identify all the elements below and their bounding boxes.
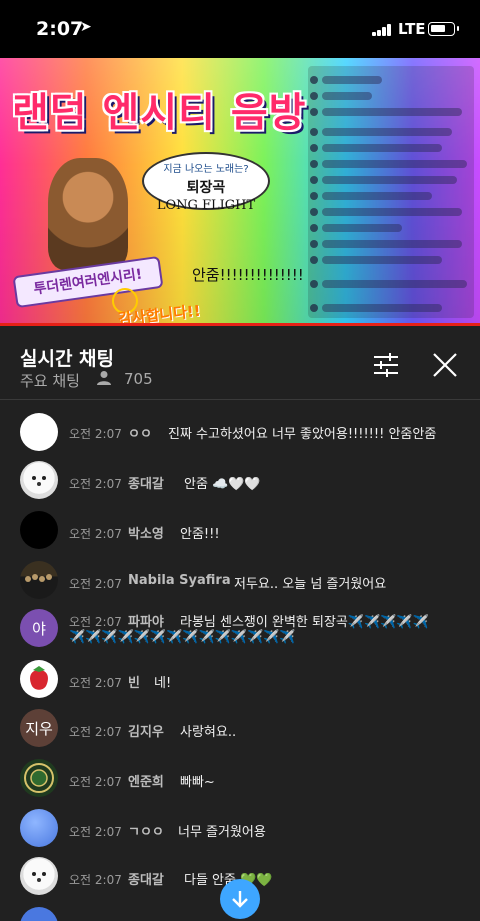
video-chat-overlay — [308, 66, 474, 318]
message-author: 종대갈 — [128, 477, 164, 492]
strawberry-icon — [30, 666, 48, 690]
message-time: 오전 2:07 — [69, 873, 122, 887]
network-type: LTE — [398, 20, 426, 38]
avatar: 지우 — [20, 709, 58, 747]
avatar — [20, 759, 58, 797]
dog-image — [48, 158, 128, 270]
group-photo-icon — [25, 574, 52, 582]
avatar — [20, 809, 58, 847]
message-time: 오전 2:07 — [69, 725, 122, 739]
stream-title-graphic: 랜덤 엔시티 음방 — [12, 90, 307, 136]
avatar — [20, 461, 58, 499]
message-text: 너무 즐거웠어용 — [178, 825, 266, 840]
message-time: 오전 2:07 — [69, 477, 122, 491]
farewell-text: 안줌!!!!!!!!!!!!!! — [192, 266, 304, 284]
close-icon[interactable] — [432, 352, 458, 378]
status-bar: 2:07 ➤ LTE — [0, 0, 480, 58]
viewer-count: 705 — [124, 370, 153, 388]
arrow-down-icon — [232, 891, 248, 908]
message-author: 종대갈 — [128, 873, 164, 888]
dog-avatar-icon — [32, 872, 46, 882]
chat-mode-selector[interactable]: 주요 채팅 — [20, 370, 80, 391]
message-author: 김지우 — [128, 725, 164, 740]
message-text: 사랑혀요.. — [180, 725, 237, 740]
avatar — [20, 561, 58, 599]
avatar — [20, 413, 58, 451]
scroll-to-bottom-button[interactable] — [220, 879, 260, 919]
message-time: 오전 2:07 — [69, 527, 122, 541]
avatar: 야 — [20, 609, 58, 647]
person-icon — [97, 371, 111, 385]
chat-message-list[interactable]: 오전 2:07 ㅇㅇ 진짜 수고하셨어요 너무 좋았어용!!!!!!! 안줌안줌… — [0, 401, 480, 921]
message-text: 빠빠~ — [180, 775, 215, 790]
message-author: 박소영 — [128, 527, 164, 542]
signal-icon — [372, 24, 392, 36]
message-author: 파파야 — [128, 615, 164, 630]
dog-avatar-icon — [32, 476, 46, 486]
now-playing-bubble: 지금 나오는 노래는? 퇴장곡 LONG FLIGHT — [142, 152, 270, 213]
badge-icon — [24, 763, 54, 793]
now-playing-song-kr: 퇴장곡 — [186, 180, 226, 196]
message-time: 오전 2:07 — [69, 676, 122, 690]
message-author: 엔준희 — [128, 775, 164, 790]
avatar — [20, 511, 58, 549]
chat-header: 실시간 채팅 주요 채팅 705 — [0, 326, 480, 400]
message-author: ㅇㅇ — [128, 427, 152, 442]
message-text: 진짜 수고하셨어요 너무 좋았어용!!!!!!! 안줌안줌 — [168, 427, 437, 442]
message-time: 오전 2:07 — [69, 775, 122, 789]
status-time: 2:07 — [36, 18, 84, 40]
avatar — [20, 857, 58, 895]
now-playing-question: 지금 나오는 노래는? — [163, 164, 249, 175]
message-time: 오전 2:07 — [69, 615, 122, 629]
chat-title: 실시간 채팅 — [20, 348, 115, 370]
location-arrow-icon: ➤ — [80, 19, 92, 35]
avatar — [20, 660, 58, 698]
battery-icon — [428, 22, 459, 36]
now-playing-song-en: LONG FLIGHT — [156, 198, 256, 213]
message-text: 네! — [154, 676, 172, 691]
message-author: 빈 — [128, 676, 140, 691]
message-text-continued: ✈️✈️✈️✈️✈️✈️✈️✈️✈️✈️✈️✈️✈️✈️ — [69, 630, 296, 645]
video-player[interactable]: 랜덤 엔시티 음방 지금 나오는 노래는? 퇴장곡 LONG FLIGHT 투더… — [0, 58, 480, 326]
message-text: 저두요.. 오늘 넘 즐거웠어요 — [234, 577, 387, 592]
message-time: 오전 2:07 — [69, 427, 122, 441]
filter-sliders-icon[interactable] — [372, 352, 400, 378]
message-author: Nabila Syafira — [128, 573, 231, 588]
message-text: 안줌!!! — [180, 527, 220, 542]
message-text: 안줌 ☁️🤍🤍 — [184, 477, 261, 492]
message-text: 라봉님 센스쟁이 완벽한 퇴장곡✈️✈️✈️✈️✈️ — [180, 615, 429, 630]
message-author: ㄱㅇㅇ — [128, 825, 164, 840]
avatar — [20, 907, 58, 921]
message-time: 오전 2:07 — [69, 577, 122, 591]
message-time: 오전 2:07 — [69, 825, 122, 839]
